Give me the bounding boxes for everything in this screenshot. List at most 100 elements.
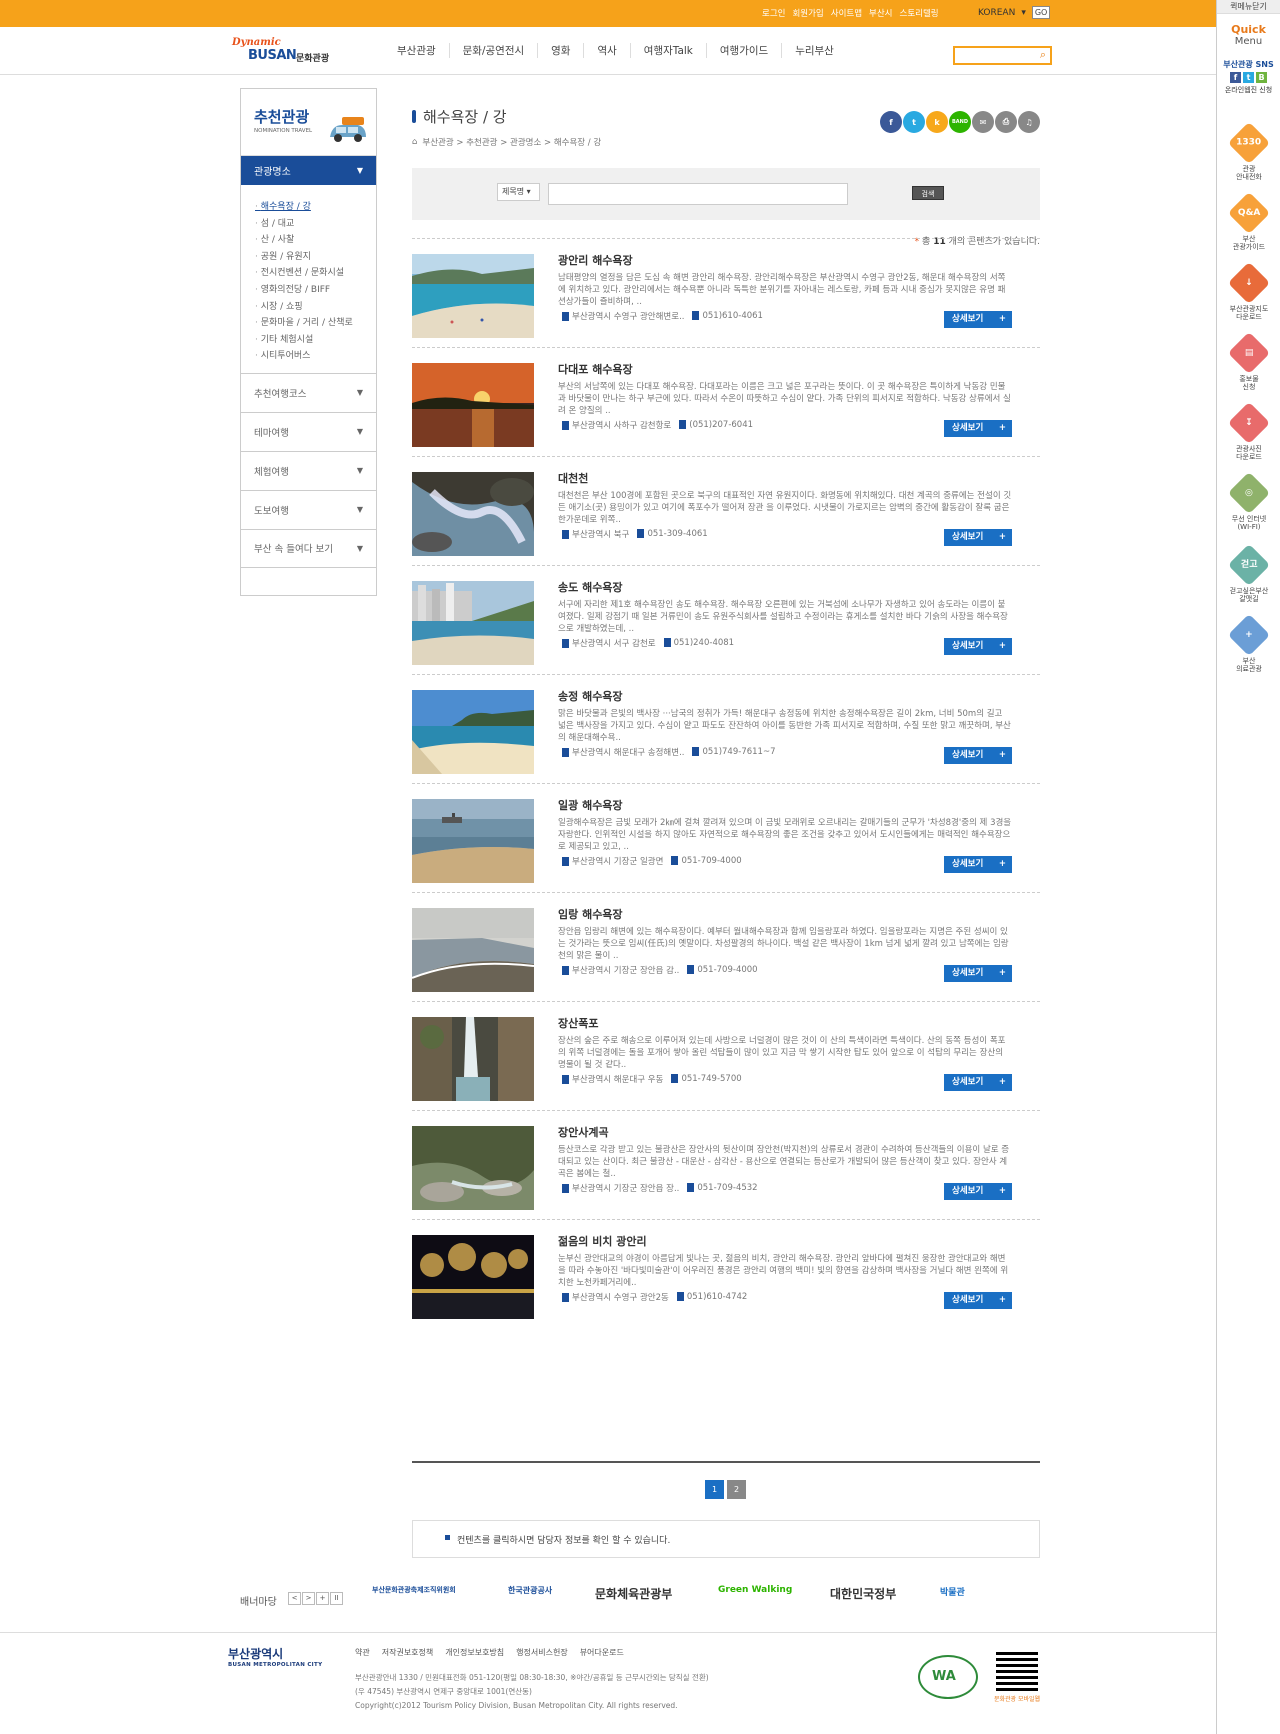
item-title[interactable]: 일광 해수욕장	[558, 797, 623, 813]
list-item[interactable]: 장안사계곡 등산코스로 각광 받고 있는 불광산은 장안사의 뒷산이며 장안천(박…	[412, 1110, 1040, 1231]
webzine-link[interactable]: 온라인웹진 신청	[1217, 85, 1280, 95]
item-title[interactable]: 송도 해수욕장	[558, 579, 623, 595]
item-title[interactable]: 다대포 해수욕장	[558, 361, 633, 377]
home-icon[interactable]: ⌂	[412, 137, 417, 147]
banner-prev-button[interactable]: <	[288, 1592, 301, 1605]
quick-item[interactable]: ▤ 홍보물 신청	[1217, 331, 1280, 391]
item-title[interactable]: 임랑 해수욕장	[558, 906, 623, 922]
detail-button[interactable]: 상세보기 +	[944, 1074, 1012, 1091]
footer-link-viewer[interactable]: 뷰어다운로드	[580, 1647, 624, 1658]
quick-item[interactable]: ↓ 부산관광지도 다운로드	[1217, 261, 1280, 321]
page-2-button[interactable]: 2	[727, 1480, 746, 1499]
banner-plus-button[interactable]: +	[316, 1592, 329, 1605]
left-nav-sub-island[interactable]: 섬 / 대교	[255, 216, 362, 233]
nav-history[interactable]: 역사	[583, 43, 629, 58]
left-nav-sub-mountain[interactable]: 산 / 사찰	[255, 232, 362, 249]
language-selector[interactable]: KOREAN ▾ GO	[978, 6, 1051, 19]
audio-icon[interactable]: ♫	[1018, 111, 1040, 133]
busan-city-logo[interactable]: 부산광역시 BUSAN METROPOLITAN CITY	[228, 1645, 322, 1668]
quick-menu-close[interactable]: 퀵메뉴닫기	[1217, 0, 1280, 14]
banner-next-button[interactable]: >	[302, 1592, 315, 1605]
search-field-select[interactable]: 제목명 ▾	[497, 183, 540, 201]
blog-icon[interactable]: B	[1256, 72, 1267, 83]
mail-icon[interactable]: ✉	[972, 111, 994, 133]
search-button[interactable]: 검색	[912, 186, 944, 200]
busan-city-link[interactable]: 부산시	[869, 7, 892, 19]
detail-button[interactable]: 상세보기 +	[944, 529, 1012, 546]
banner-green-walking[interactable]: Green Walking	[718, 1585, 792, 1595]
item-thumbnail[interactable]	[412, 1017, 534, 1101]
banner-museum[interactable]: 박물관	[940, 1585, 965, 1598]
nav-nuri-busan[interactable]: 누리부산	[781, 43, 847, 58]
list-item[interactable]: 장산폭포 장산의 숲은 주로 해송으로 이루어져 있는데 사방으로 너덜경이 많은…	[412, 1001, 1040, 1122]
quick-item[interactable]: Q&A 부산 관광가이드	[1217, 191, 1280, 251]
left-nav-sub-beach-river[interactable]: 해수욕장 / 강	[255, 199, 362, 216]
detail-button[interactable]: 상세보기 +	[944, 420, 1012, 437]
search-input[interactable]	[548, 183, 848, 205]
kakao-share-icon[interactable]: k	[926, 111, 948, 133]
detail-button[interactable]: 상세보기 +	[944, 747, 1012, 764]
footer-link-copyright[interactable]: 저작권보호정책	[382, 1647, 434, 1658]
item-thumbnail[interactable]	[412, 799, 534, 883]
quick-item[interactable]: 걷고 걷고싶은부산 갈맷길	[1217, 543, 1280, 603]
banner-gov[interactable]: 대한민국정부	[830, 1585, 896, 1602]
search-icon[interactable]: ⌕	[1040, 48, 1046, 62]
item-thumbnail[interactable]	[412, 1126, 534, 1210]
footer-link-privacy[interactable]: 개인정보보호방침	[445, 1647, 504, 1658]
list-item[interactable]: 광안리 해수욕장 남태평양의 열정을 담은 도심 속 해변 광안리 해수욕장. 광…	[412, 238, 1040, 359]
page-1-button[interactable]: 1	[705, 1480, 724, 1499]
item-title[interactable]: 장안사계곡	[558, 1124, 609, 1140]
item-title[interactable]: 광안리 해수욕장	[558, 252, 633, 268]
left-nav-active-group[interactable]: 관광명소 ▼	[241, 155, 376, 185]
left-nav-sub-citytour[interactable]: 시티투어버스	[255, 348, 362, 365]
banner-festival[interactable]: 부산문화관광축제조직위원회	[372, 1585, 456, 1595]
left-nav-group-walking[interactable]: 도보여행 ▼	[241, 489, 376, 529]
quick-item[interactable]: ◎ 무선 인터넷 (WI-FI)	[1217, 471, 1280, 531]
language-value[interactable]: KOREAN	[978, 8, 1015, 18]
left-nav-group-course[interactable]: 추천여행코스 ▼	[241, 372, 376, 412]
nav-travel-guide[interactable]: 여행가이드	[705, 43, 781, 58]
left-nav-group-experience[interactable]: 체험여행 ▼	[241, 450, 376, 490]
item-thumbnail[interactable]	[412, 1235, 534, 1319]
footer-link-terms[interactable]: 약관	[355, 1647, 370, 1658]
left-nav-group-theme[interactable]: 테마여행 ▼	[241, 411, 376, 451]
list-item[interactable]: 송도 해수욕장 서구에 자리한 제1호 해수욕장인 송도 해수욕장. 해수욕장 오…	[412, 565, 1040, 686]
item-thumbnail[interactable]	[412, 690, 534, 774]
quick-item[interactable]: 1330 관광 안내전화	[1217, 121, 1280, 181]
twitter-share-icon[interactable]: t	[903, 111, 925, 133]
site-logo[interactable]: Dynamic BUSAN 문화관광	[232, 37, 332, 67]
nav-movie[interactable]: 영화	[537, 43, 583, 58]
list-item[interactable]: 다대포 해수욕장 부산의 서남쪽에 있는 다대포 해수욕장. 다대포라는 이름은 …	[412, 347, 1040, 468]
detail-button[interactable]: 상세보기 +	[944, 638, 1012, 655]
facebook-icon[interactable]: f	[1230, 72, 1241, 83]
detail-button[interactable]: 상세보기 +	[944, 1292, 1012, 1309]
nav-traveler-talk[interactable]: 여행자Talk	[629, 43, 706, 58]
nav-busan-tour[interactable]: 부산관광	[397, 43, 449, 58]
item-thumbnail[interactable]	[412, 254, 534, 338]
footer-link-charter[interactable]: 행정서비스헌장	[516, 1647, 568, 1658]
item-thumbnail[interactable]	[412, 581, 534, 665]
list-item[interactable]: 임랑 해수욕장 장안읍 임랑리 해변에 있는 해수욕장이다. 예부터 월내해수욕장…	[412, 892, 1040, 1013]
list-item[interactable]: 송정 해수욕장 맑은 바닷물과 은빛의 백사장 ···남국의 정취가 가득! 해운…	[412, 674, 1040, 795]
item-title[interactable]: 송정 해수욕장	[558, 688, 623, 704]
language-go-button[interactable]: GO	[1031, 6, 1051, 19]
left-nav-sub-experience[interactable]: 기타 체험시설	[255, 332, 362, 349]
sitemap-link[interactable]: 사이트맵	[831, 7, 862, 19]
detail-button[interactable]: 상세보기 +	[944, 311, 1012, 328]
quick-item[interactable]: ↧ 관광사진 다운로드	[1217, 401, 1280, 461]
banner-pause-button[interactable]: II	[330, 1592, 343, 1605]
item-thumbnail[interactable]	[412, 472, 534, 556]
left-nav-sub-park[interactable]: 공원 / 유원지	[255, 249, 362, 266]
twitter-icon[interactable]: t	[1243, 72, 1254, 83]
left-nav-group-inside[interactable]: 부산 속 들여다 보기 ▼	[241, 528, 376, 568]
detail-button[interactable]: 상세보기 +	[944, 856, 1012, 873]
list-item[interactable]: 일광 해수욕장 일광해수욕장은 금빛 모래가 2㎞에 걸쳐 깔려져 있으며 이 금…	[412, 783, 1040, 904]
left-nav-sub-biff[interactable]: 영화의전당 / BIFF	[255, 282, 362, 299]
item-thumbnail[interactable]	[412, 363, 534, 447]
header-search-input[interactable]: ⌕	[953, 46, 1052, 65]
banner-mcst[interactable]: 문화체육관광부	[595, 1585, 672, 1602]
item-thumbnail[interactable]	[412, 908, 534, 992]
storytelling-link[interactable]: 스토리텔링	[900, 7, 939, 19]
quick-item[interactable]: + 부산 의료관광	[1217, 613, 1280, 673]
left-nav-sub-culture-village[interactable]: 문화마을 / 거리 / 산책로	[255, 315, 362, 332]
